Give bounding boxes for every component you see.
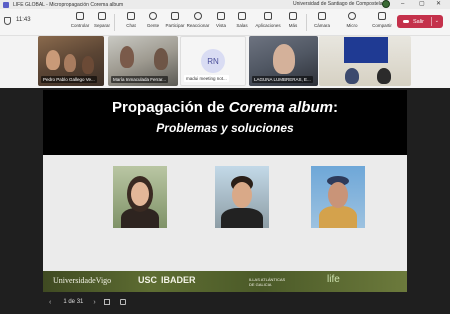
cursor-icon <box>76 12 84 20</box>
participant-tile[interactable]: María Inmaculada Ferrar... <box>108 36 178 86</box>
minimize-button[interactable]: – <box>401 0 404 9</box>
toolbar-divider <box>306 14 307 31</box>
participant-strip: Pedro Pablo Gallego Ve... María Inmacula… <box>0 36 450 88</box>
salas-button[interactable]: Salas <box>228 12 256 28</box>
participant-name: LAGUNA LUMBRERAS, E... <box>252 76 313 83</box>
participant-name: María Inmaculada Ferrar... <box>111 76 169 83</box>
presenter-photo <box>113 166 167 228</box>
camara-button[interactable]: Cámara <box>308 12 336 28</box>
raise-hand-icon <box>171 12 179 20</box>
compartir-button[interactable]: Compartir <box>368 12 396 28</box>
window-title: LIFE GLOBAL - Micropropagación Corema al… <box>13 1 124 8</box>
meeting-timer: 11:43 <box>16 17 31 23</box>
uvigo-logo: UniversidadeVigo <box>53 276 112 285</box>
maximize-button[interactable]: ▢ <box>419 0 425 9</box>
page-indicator: 1 de 31 <box>63 299 84 305</box>
organization-name: Universidad de Santiago de Compostela <box>293 1 383 7</box>
mas-button[interactable]: Más <box>279 12 307 28</box>
participant-tile[interactable]: RN madui meeting not... <box>180 36 246 86</box>
ibader-logo: IBADER <box>161 275 196 285</box>
people-icon <box>149 12 157 20</box>
eu-flag <box>344 37 388 63</box>
sync-icon[interactable] <box>119 299 126 305</box>
micro-button[interactable]: Micro <box>338 12 366 28</box>
previous-slide-button[interactable]: ‹ <box>49 299 51 306</box>
slide-pager: ‹ 1 de 31 › <box>43 296 126 308</box>
participant-tile[interactable]: Pedro Pablo Gallego Ve... <box>38 36 104 86</box>
participant-avatar: RN <box>201 49 225 73</box>
emoji-icon <box>194 12 202 20</box>
leave-button[interactable]: Salir ⌄ <box>397 15 443 28</box>
chevron-down-icon[interactable]: ⌄ <box>435 18 439 24</box>
camera-icon <box>318 12 326 20</box>
phone-icon <box>403 20 409 23</box>
participant-tile[interactable] <box>319 36 411 86</box>
shield-icon <box>4 17 11 25</box>
participant-name: Pedro Pablo Gallego Ve... <box>41 76 97 83</box>
life-logo: life <box>327 274 340 285</box>
teams-logo-icon <box>3 1 9 8</box>
next-slide-button[interactable]: › <box>93 299 95 306</box>
separar-button[interactable]: Separar <box>88 12 116 28</box>
presenter-photo <box>311 166 365 228</box>
chat-icon <box>127 12 135 20</box>
meeting-toolbar: 11:43 Controlar Separar Chat Gente Parti… <box>0 9 450 36</box>
breakout-rooms-icon <box>238 12 246 20</box>
usc-logo: USC <box>138 275 158 285</box>
microphone-icon <box>348 12 356 20</box>
popout-icon[interactable] <box>103 299 110 305</box>
aplicaciones-button[interactable]: Aplicaciones <box>254 12 282 28</box>
participant-tile[interactable]: LAGUNA LUMBRERAS, E... <box>249 36 318 86</box>
apps-icon <box>264 12 272 20</box>
share-screen-icon <box>378 12 386 20</box>
slide-subtitle: Problemas y soluciones <box>156 121 294 135</box>
more-icon <box>289 12 297 20</box>
toolbar-divider <box>114 14 115 31</box>
popout-icon <box>98 12 106 20</box>
illas-atlanticas-logo: ILLAS ATLÁNTICAS DE GALICIA <box>249 277 286 287</box>
slide-title: Propagación de Corema album: <box>112 99 338 116</box>
participant-name: madui meeting not... <box>184 75 229 82</box>
user-avatar[interactable] <box>382 0 390 8</box>
close-window-button[interactable]: ✕ <box>436 0 441 9</box>
slide-logo-band: UniversidadeVigo USC IBADER ILLAS ATLÁNT… <box>43 271 407 292</box>
grid-view-icon <box>217 12 225 20</box>
presenter-photo <box>215 166 269 228</box>
